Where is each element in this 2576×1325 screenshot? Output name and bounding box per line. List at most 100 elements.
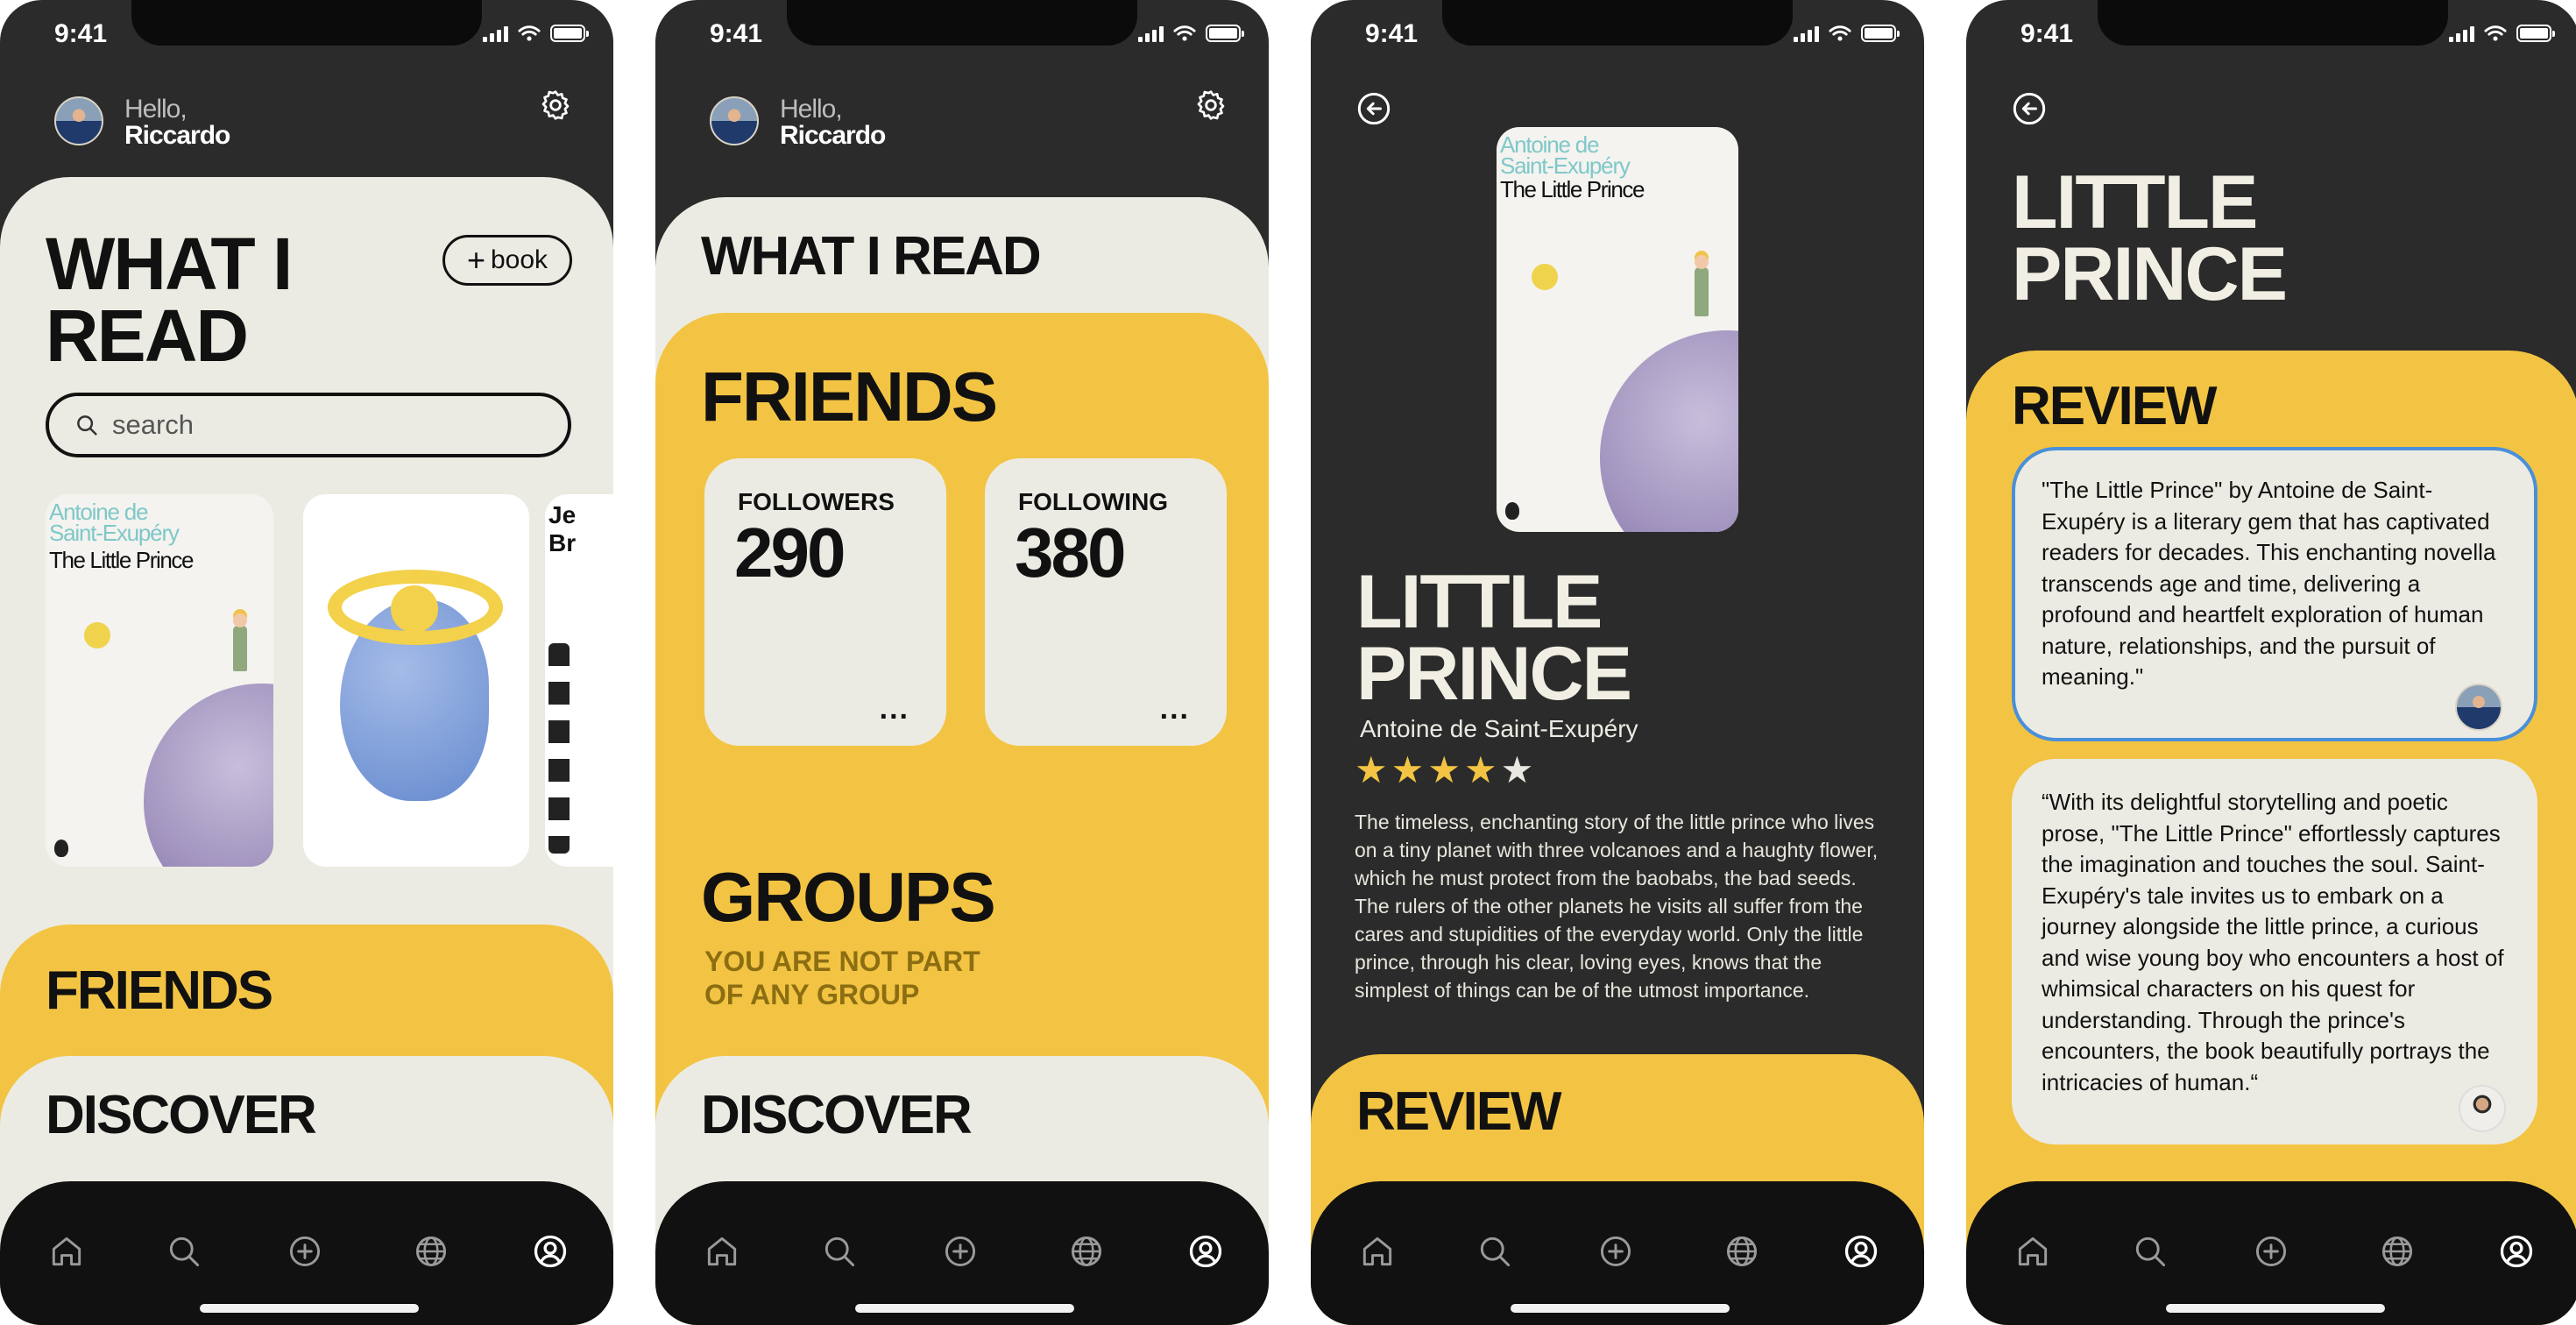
star-rating[interactable]: ★ ★ ★ ★ ★ [1355, 752, 1533, 789]
status-time: 9:41 [710, 19, 763, 48]
book-cover-partial[interactable]: Je Br [545, 494, 613, 867]
greeting-hello: Hello, [780, 95, 843, 124]
search-icon[interactable] [2131, 1232, 2169, 1271]
prince-illustration [1695, 255, 1709, 316]
battery-icon [1861, 25, 1900, 42]
status-icons [2449, 25, 2555, 42]
greeting: Hello, Riccardo [124, 96, 230, 149]
star-icon[interactable]: ★ [1391, 752, 1425, 789]
title-line1: WHAT I [46, 223, 293, 305]
signal-icon [2449, 25, 2474, 42]
back-arrow-icon[interactable] [2012, 91, 2047, 126]
status-icons [483, 25, 589, 42]
star-icon[interactable]: ★ [1464, 752, 1497, 789]
globe-icon[interactable] [1067, 1232, 1106, 1271]
book-author: Antoine de Saint-Exupéry [1360, 715, 1638, 742]
signal-icon [1138, 25, 1164, 42]
search-input[interactable]: search [46, 393, 571, 457]
battery-icon [2516, 25, 2555, 42]
penguin-logo-icon [54, 840, 68, 857]
followers-card[interactable]: FOLLOWERS 290 ... [704, 458, 946, 746]
book-title: LITTLE PRINCE [2012, 160, 2288, 312]
status-time: 9:41 [1365, 19, 1419, 48]
home-icon[interactable] [47, 1232, 86, 1271]
penguin-logo-icon [1505, 502, 1519, 520]
profile-icon[interactable] [1186, 1232, 1225, 1271]
groups-empty-line1: YOU ARE NOT PART [704, 946, 980, 977]
book-description: The timeless, enchanting story of the li… [1355, 811, 1879, 1002]
greeting: Hello, Riccardo [780, 95, 886, 150]
home-icon[interactable] [703, 1232, 741, 1271]
cover-title: The Little Prince [1500, 176, 1645, 202]
bottom-nav [1966, 1181, 2576, 1325]
friends-screen: 9:41 Hello, Riccardo WHAT I READ FRIENDS… [655, 0, 1269, 1325]
user-avatar[interactable] [54, 96, 103, 145]
add-circle-icon[interactable] [2252, 1232, 2290, 1271]
signal-icon [483, 25, 508, 42]
greeting-hello: Hello, [124, 95, 188, 124]
cover-author: Antoine de Saint-Exupéry [49, 500, 180, 546]
reviews-screen: 9:41 LITTLE PRINCE REVIEW "The Little Pr… [1966, 0, 2576, 1325]
cover-author-line2: Saint-Exupéry [49, 520, 180, 546]
bottom-nav [0, 1181, 613, 1325]
faces-illustration [548, 643, 570, 854]
cover-partial-line1: Je [548, 501, 577, 528]
reviewer-avatar[interactable] [2459, 1085, 2506, 1132]
more-options-icon[interactable]: ... [1160, 692, 1190, 726]
greeting-name: Riccardo [780, 121, 886, 150]
book-title-line1: LITTLE [2012, 160, 2258, 244]
groups-empty-line2: OF ANY GROUP [704, 979, 920, 1010]
book-title-line1: LITTLE [1356, 560, 1603, 644]
star-icon[interactable]: ★ [1427, 752, 1461, 789]
add-circle-icon[interactable] [286, 1232, 324, 1271]
home-screen: 9:41 Hello, Riccardo WHAT I READ + book … [0, 0, 613, 1325]
search-icon[interactable] [820, 1232, 859, 1271]
star-empty-icon[interactable]: ★ [1501, 752, 1534, 789]
status-icons [1138, 25, 1244, 42]
review-item[interactable]: “With its delightful storytelling and po… [2012, 759, 2537, 1144]
book-cover-eye-rat[interactable] [303, 494, 529, 867]
status-time: 9:41 [54, 19, 108, 48]
search-icon[interactable] [1476, 1232, 1514, 1271]
search-icon [74, 412, 100, 438]
groups-title: GROUPS [701, 858, 996, 936]
star-icon[interactable]: ★ [1355, 752, 1388, 789]
plus-icon: + [466, 242, 485, 278]
cover-partial-title: Je Br [548, 501, 576, 557]
home-icon[interactable] [2013, 1232, 2052, 1271]
globe-icon[interactable] [1723, 1232, 1761, 1271]
review-item[interactable]: "The Little Prince" by Antoine de Saint-… [2012, 447, 2537, 741]
add-circle-icon[interactable] [1596, 1232, 1635, 1271]
home-indicator [1511, 1304, 1730, 1313]
review-title: REVIEW [2012, 376, 2218, 436]
settings-gear-icon[interactable] [538, 88, 573, 123]
notch [1442, 0, 1793, 46]
cover-author: Antoine de Saint-Exupéry [1500, 133, 1631, 177]
globe-icon[interactable] [2378, 1232, 2417, 1271]
add-circle-icon[interactable] [941, 1232, 980, 1271]
add-book-label: book [490, 245, 548, 274]
profile-icon[interactable] [2497, 1232, 2536, 1271]
planet-illustration [1600, 330, 1738, 532]
settings-gear-icon[interactable] [1193, 88, 1228, 123]
profile-icon[interactable] [1842, 1232, 1880, 1271]
reviewer-avatar[interactable] [2455, 684, 2502, 731]
globe-icon[interactable] [412, 1232, 450, 1271]
notch [131, 0, 482, 46]
search-icon[interactable] [165, 1232, 203, 1271]
back-arrow-icon[interactable] [1356, 91, 1391, 126]
groups-empty-message: YOU ARE NOT PART OF ANY GROUP [704, 945, 980, 1011]
sun-illustration [1532, 264, 1558, 290]
add-book-button[interactable]: + book [442, 235, 572, 286]
following-card[interactable]: FOLLOWING 380 ... [985, 458, 1227, 746]
search-placeholder: search [112, 409, 195, 440]
status-time: 9:41 [2020, 19, 2074, 48]
more-options-icon[interactable]: ... [880, 692, 909, 726]
home-indicator [2166, 1304, 2385, 1313]
profile-icon[interactable] [531, 1232, 570, 1271]
book-cover-little-prince[interactable]: Antoine de Saint-Exupéry The Little Prin… [46, 494, 273, 867]
user-avatar[interactable] [710, 96, 759, 145]
book-detail-screen: 9:41 Antoine de Saint-Exupéry The Little… [1311, 0, 1924, 1325]
home-icon[interactable] [1358, 1232, 1397, 1271]
wifi-icon [517, 25, 541, 42]
